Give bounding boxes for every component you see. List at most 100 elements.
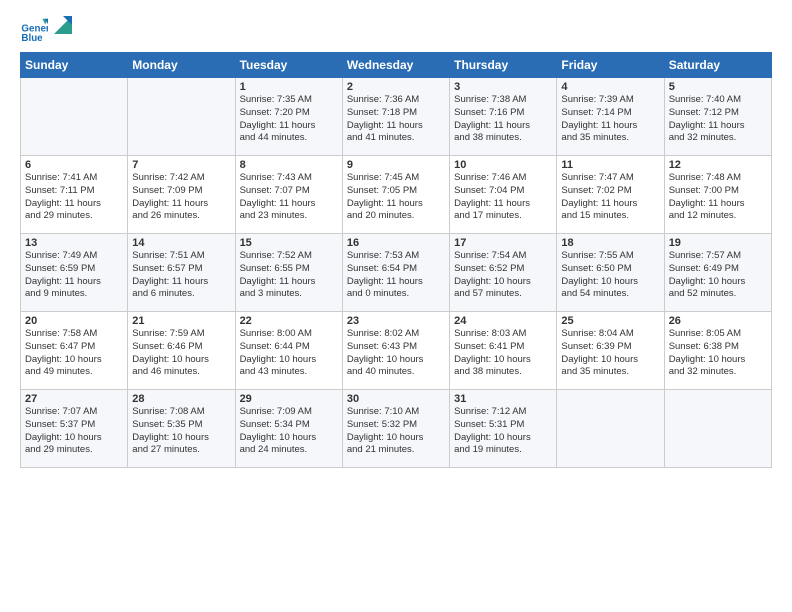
day-number: 10: [454, 159, 552, 171]
day-number: 21: [132, 315, 230, 327]
logo-triangle: [54, 16, 72, 34]
cell-content: Sunrise: 7:07 AM Sunset: 5:37 PM Dayligh…: [25, 406, 123, 457]
day-number: 11: [561, 159, 659, 171]
calendar-cell: 22Sunrise: 8:00 AM Sunset: 6:44 PM Dayli…: [235, 312, 342, 390]
day-number: 3: [454, 81, 552, 93]
week-row-5: 27Sunrise: 7:07 AM Sunset: 5:37 PM Dayli…: [21, 390, 772, 468]
logo: General Blue: [20, 16, 72, 44]
calendar-cell: 1Sunrise: 7:35 AM Sunset: 7:20 PM Daylig…: [235, 78, 342, 156]
day-number: 4: [561, 81, 659, 93]
cell-content: Sunrise: 7:47 AM Sunset: 7:02 PM Dayligh…: [561, 172, 659, 223]
day-header-tuesday: Tuesday: [235, 53, 342, 78]
calendar-cell: 24Sunrise: 8:03 AM Sunset: 6:41 PM Dayli…: [450, 312, 557, 390]
calendar-cell: 31Sunrise: 7:12 AM Sunset: 5:31 PM Dayli…: [450, 390, 557, 468]
calendar-cell: 23Sunrise: 8:02 AM Sunset: 6:43 PM Dayli…: [342, 312, 449, 390]
cell-content: Sunrise: 8:05 AM Sunset: 6:38 PM Dayligh…: [669, 328, 767, 379]
day-number: 12: [669, 159, 767, 171]
page: General Blue SundayMondayTuesdayW: [0, 0, 792, 612]
cell-content: Sunrise: 7:09 AM Sunset: 5:34 PM Dayligh…: [240, 406, 338, 457]
day-number: 22: [240, 315, 338, 327]
calendar-cell: 16Sunrise: 7:53 AM Sunset: 6:54 PM Dayli…: [342, 234, 449, 312]
day-header-saturday: Saturday: [664, 53, 771, 78]
calendar-cell: 2Sunrise: 7:36 AM Sunset: 7:18 PM Daylig…: [342, 78, 449, 156]
week-row-2: 6Sunrise: 7:41 AM Sunset: 7:11 PM Daylig…: [21, 156, 772, 234]
day-number: 26: [669, 315, 767, 327]
day-number: 13: [25, 237, 123, 249]
week-row-4: 20Sunrise: 7:58 AM Sunset: 6:47 PM Dayli…: [21, 312, 772, 390]
cell-content: Sunrise: 7:45 AM Sunset: 7:05 PM Dayligh…: [347, 172, 445, 223]
day-number: 9: [347, 159, 445, 171]
day-number: 16: [347, 237, 445, 249]
cell-content: Sunrise: 7:35 AM Sunset: 7:20 PM Dayligh…: [240, 94, 338, 145]
calendar-cell: 26Sunrise: 8:05 AM Sunset: 6:38 PM Dayli…: [664, 312, 771, 390]
calendar-cell: [557, 390, 664, 468]
calendar-cell: 6Sunrise: 7:41 AM Sunset: 7:11 PM Daylig…: [21, 156, 128, 234]
header-row: SundayMondayTuesdayWednesdayThursdayFrid…: [21, 53, 772, 78]
cell-content: Sunrise: 7:38 AM Sunset: 7:16 PM Dayligh…: [454, 94, 552, 145]
calendar-cell: 27Sunrise: 7:07 AM Sunset: 5:37 PM Dayli…: [21, 390, 128, 468]
cell-content: Sunrise: 7:49 AM Sunset: 6:59 PM Dayligh…: [25, 250, 123, 301]
day-number: 1: [240, 81, 338, 93]
cell-content: Sunrise: 8:02 AM Sunset: 6:43 PM Dayligh…: [347, 328, 445, 379]
day-number: 17: [454, 237, 552, 249]
calendar-cell: [128, 78, 235, 156]
day-header-sunday: Sunday: [21, 53, 128, 78]
cell-content: Sunrise: 7:10 AM Sunset: 5:32 PM Dayligh…: [347, 406, 445, 457]
cell-content: Sunrise: 7:59 AM Sunset: 6:46 PM Dayligh…: [132, 328, 230, 379]
day-number: 8: [240, 159, 338, 171]
day-number: 5: [669, 81, 767, 93]
cell-content: Sunrise: 8:04 AM Sunset: 6:39 PM Dayligh…: [561, 328, 659, 379]
cell-content: Sunrise: 7:12 AM Sunset: 5:31 PM Dayligh…: [454, 406, 552, 457]
cell-content: Sunrise: 8:03 AM Sunset: 6:41 PM Dayligh…: [454, 328, 552, 379]
day-number: 14: [132, 237, 230, 249]
cell-content: Sunrise: 7:36 AM Sunset: 7:18 PM Dayligh…: [347, 94, 445, 145]
calendar-cell: 4Sunrise: 7:39 AM Sunset: 7:14 PM Daylig…: [557, 78, 664, 156]
calendar-cell: 18Sunrise: 7:55 AM Sunset: 6:50 PM Dayli…: [557, 234, 664, 312]
calendar-cell: 10Sunrise: 7:46 AM Sunset: 7:04 PM Dayli…: [450, 156, 557, 234]
day-number: 6: [25, 159, 123, 171]
day-number: 31: [454, 393, 552, 405]
calendar-cell: [664, 390, 771, 468]
cell-content: Sunrise: 7:40 AM Sunset: 7:12 PM Dayligh…: [669, 94, 767, 145]
cell-content: Sunrise: 7:08 AM Sunset: 5:35 PM Dayligh…: [132, 406, 230, 457]
calendar-cell: 28Sunrise: 7:08 AM Sunset: 5:35 PM Dayli…: [128, 390, 235, 468]
cell-content: Sunrise: 7:42 AM Sunset: 7:09 PM Dayligh…: [132, 172, 230, 223]
calendar-cell: 5Sunrise: 7:40 AM Sunset: 7:12 PM Daylig…: [664, 78, 771, 156]
calendar-cell: 15Sunrise: 7:52 AM Sunset: 6:55 PM Dayli…: [235, 234, 342, 312]
calendar-cell: 19Sunrise: 7:57 AM Sunset: 6:49 PM Dayli…: [664, 234, 771, 312]
day-number: 23: [347, 315, 445, 327]
calendar-cell: 8Sunrise: 7:43 AM Sunset: 7:07 PM Daylig…: [235, 156, 342, 234]
svg-text:Blue: Blue: [21, 33, 43, 44]
day-number: 28: [132, 393, 230, 405]
day-number: 27: [25, 393, 123, 405]
cell-content: Sunrise: 7:57 AM Sunset: 6:49 PM Dayligh…: [669, 250, 767, 301]
cell-content: Sunrise: 7:53 AM Sunset: 6:54 PM Dayligh…: [347, 250, 445, 301]
week-row-1: 1Sunrise: 7:35 AM Sunset: 7:20 PM Daylig…: [21, 78, 772, 156]
day-number: 30: [347, 393, 445, 405]
day-number: 25: [561, 315, 659, 327]
calendar-cell: 21Sunrise: 7:59 AM Sunset: 6:46 PM Dayli…: [128, 312, 235, 390]
logo-icon: General Blue: [20, 16, 48, 44]
day-header-wednesday: Wednesday: [342, 53, 449, 78]
cell-content: Sunrise: 7:41 AM Sunset: 7:11 PM Dayligh…: [25, 172, 123, 223]
calendar-cell: [21, 78, 128, 156]
calendar-cell: 7Sunrise: 7:42 AM Sunset: 7:09 PM Daylig…: [128, 156, 235, 234]
calendar-cell: 17Sunrise: 7:54 AM Sunset: 6:52 PM Dayli…: [450, 234, 557, 312]
day-header-monday: Monday: [128, 53, 235, 78]
cell-content: Sunrise: 7:55 AM Sunset: 6:50 PM Dayligh…: [561, 250, 659, 301]
cell-content: Sunrise: 7:43 AM Sunset: 7:07 PM Dayligh…: [240, 172, 338, 223]
cell-content: Sunrise: 7:48 AM Sunset: 7:00 PM Dayligh…: [669, 172, 767, 223]
cell-content: Sunrise: 7:46 AM Sunset: 7:04 PM Dayligh…: [454, 172, 552, 223]
calendar-table: SundayMondayTuesdayWednesdayThursdayFrid…: [20, 52, 772, 468]
day-number: 19: [669, 237, 767, 249]
calendar-cell: 29Sunrise: 7:09 AM Sunset: 5:34 PM Dayli…: [235, 390, 342, 468]
calendar-cell: 25Sunrise: 8:04 AM Sunset: 6:39 PM Dayli…: [557, 312, 664, 390]
day-header-thursday: Thursday: [450, 53, 557, 78]
cell-content: Sunrise: 7:51 AM Sunset: 6:57 PM Dayligh…: [132, 250, 230, 301]
day-number: 7: [132, 159, 230, 171]
cell-content: Sunrise: 8:00 AM Sunset: 6:44 PM Dayligh…: [240, 328, 338, 379]
calendar-cell: 30Sunrise: 7:10 AM Sunset: 5:32 PM Dayli…: [342, 390, 449, 468]
cell-content: Sunrise: 7:52 AM Sunset: 6:55 PM Dayligh…: [240, 250, 338, 301]
day-number: 20: [25, 315, 123, 327]
day-number: 15: [240, 237, 338, 249]
